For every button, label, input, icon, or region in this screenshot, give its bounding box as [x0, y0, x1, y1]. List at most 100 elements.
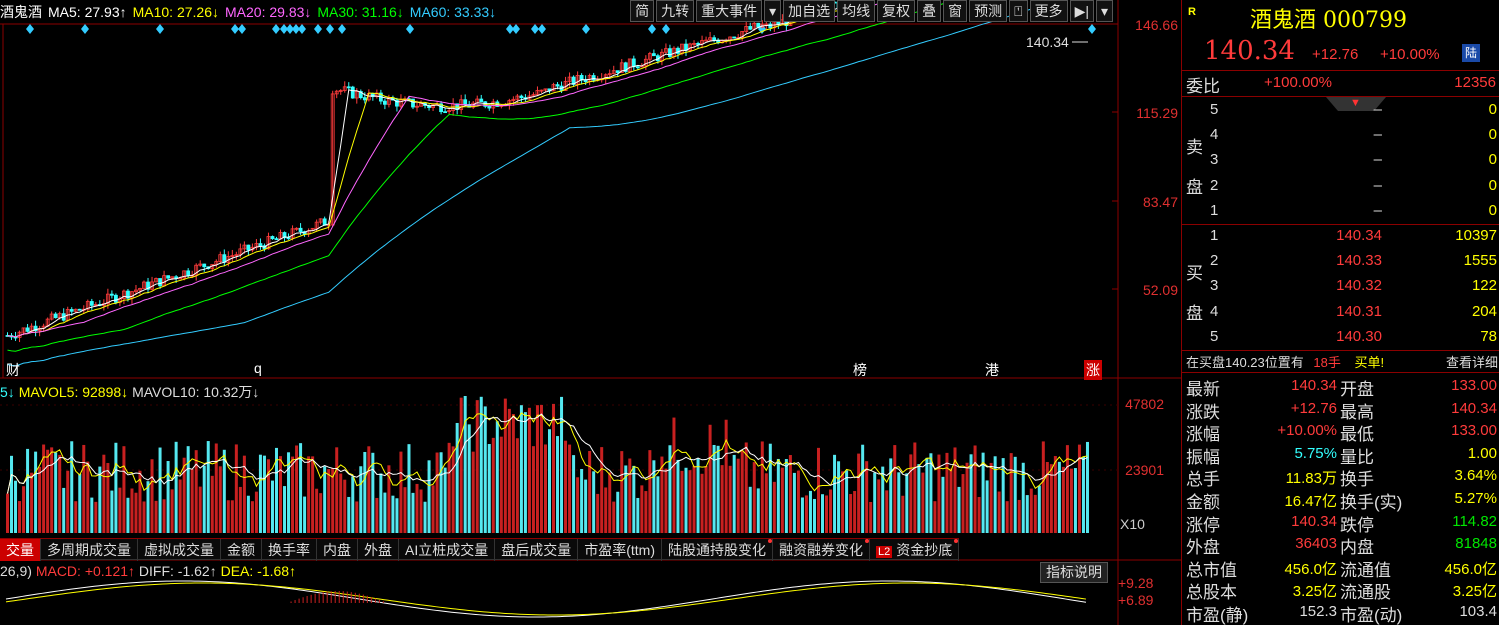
- stat-value: 133.00: [1451, 377, 1497, 394]
- volume-unit-label: X10: [1120, 516, 1145, 532]
- stat-value: 81848: [1455, 535, 1497, 553]
- chart-toolbar: 简九转 重大事件 ▾ 加自选 均线 复权叠窗预测 ⍞ 更多 ▶| ▾: [628, 0, 1113, 22]
- order-row[interactable]: 3 140.32 122: [1182, 274, 1499, 299]
- order-price: 140.34: [1336, 227, 1382, 244]
- current-price: 140.34: [1204, 36, 1295, 66]
- toolbar-button[interactable]: 加自选: [783, 0, 836, 22]
- indicator-tab[interactable]: 虚拟成交量: [138, 539, 221, 561]
- event-mark-q[interactable]: q: [254, 360, 262, 376]
- order-volume: 0: [1488, 126, 1497, 144]
- indicator-tab[interactable]: 融资融券变化: [773, 539, 870, 561]
- volume-legend: 5↓ MAVOL5: 92898↓ MAVOL10: 10.32万↓: [0, 382, 259, 402]
- dea-value: DEA: -1.68↑: [220, 563, 297, 579]
- indicator-tab[interactable]: 陆股通持股变化: [662, 539, 773, 561]
- order-row[interactable]: 5 140.30 78: [1182, 325, 1499, 350]
- order-volume: 204: [1471, 302, 1497, 320]
- indicator-tab-label: AI立桩成交量: [405, 542, 489, 558]
- hk-connect-badge[interactable]: 陆: [1462, 44, 1480, 62]
- toolbar-button[interactable]: ▶|: [1069, 0, 1094, 22]
- stat-value: +10.00%: [1277, 422, 1337, 440]
- indicator-tab[interactable]: AI立桩成交量: [399, 539, 496, 561]
- macd-axis-label: +9.28: [1118, 575, 1154, 591]
- toolbar-button[interactable]: 复权: [877, 0, 916, 22]
- quote-panel: R 酒鬼酒 000799 140.34 +12.76 +10.00% 陆 委比 …: [1181, 0, 1499, 625]
- view-detail-link[interactable]: 查看详细: [1446, 352, 1498, 371]
- order-level: 5: [1210, 327, 1219, 345]
- stat-row: 涨停 140.34 跌停 114.82: [1182, 510, 1499, 535]
- kline-svg[interactable]: [0, 0, 1181, 625]
- stock-code: 000799: [1323, 8, 1407, 33]
- indicator-tab[interactable]: 金额: [221, 539, 262, 561]
- toolbar-button[interactable]: 窗: [943, 0, 968, 22]
- event-mark-rank[interactable]: 榜: [853, 360, 867, 380]
- toolbar-button[interactable]: ▾: [764, 0, 782, 22]
- stat-value: 140.34: [1291, 512, 1337, 530]
- price-axis-label: 115.29: [1136, 105, 1178, 121]
- stat-row: 总市值 456.0亿 流通值 456.0亿: [1182, 555, 1499, 580]
- indicator-tab[interactable]: 盘后成交量: [495, 539, 579, 561]
- order-volume: 122: [1471, 277, 1497, 295]
- toolbar-button[interactable]: ▾: [1095, 0, 1113, 22]
- stat-value: 456.0亿: [1444, 560, 1497, 578]
- order-row[interactable]: 1 – 0: [1182, 199, 1499, 224]
- volume-legend-prefix: 5↓: [0, 384, 15, 400]
- indicator-tab-label: 陆股通持股变化: [668, 542, 766, 558]
- ma-legend-item: MA30: 31.16↓: [317, 4, 404, 20]
- last-price-marker: 140.34: [1026, 34, 1069, 50]
- indicator-tab[interactable]: 多周期成交量: [41, 539, 138, 561]
- order-row[interactable]: 2 140.33 1555: [1182, 249, 1499, 274]
- indicator-tab[interactable]: 内盘: [317, 539, 358, 561]
- toolbar-button[interactable]: 九转: [656, 0, 695, 22]
- indicator-tab[interactable]: 换手率: [262, 539, 317, 561]
- toolbar-button[interactable]: 更多: [1029, 0, 1068, 22]
- order-price: –: [1373, 151, 1382, 169]
- quote-stats: 最新 140.34 开盘 133.00 涨跌 +12.76 最高 140.34 涨幅 +10.00…: [1182, 374, 1499, 625]
- order-price: 140.30: [1336, 327, 1382, 345]
- toolbar-button[interactable]: 叠: [917, 0, 942, 22]
- indicator-tab[interactable]: 交量: [0, 539, 41, 561]
- buy-orders: 1 140.34 10397 2 140.33 1555 3 140.32 122 4 140.31…: [1182, 224, 1499, 350]
- order-price: 140.31: [1336, 302, 1382, 320]
- order-row[interactable]: 1 140.34 10397: [1182, 224, 1499, 249]
- indicator-explain-button[interactable]: 指标说明: [1040, 562, 1108, 583]
- toolbar-button[interactable]: 预测: [969, 0, 1008, 22]
- r-badge: R: [1188, 6, 1196, 18]
- order-row[interactable]: 5 – 0: [1182, 98, 1499, 123]
- order-row[interactable]: 3 – 0: [1182, 148, 1499, 173]
- price-change: +12.76: [1312, 46, 1359, 63]
- new-dot-icon: [954, 539, 959, 543]
- order-row[interactable]: 2 – 0: [1182, 174, 1499, 199]
- event-mark-finance[interactable]: 财: [6, 360, 20, 380]
- macd-legend-prefix: 26,9): [0, 563, 32, 579]
- kline-chart-area[interactable]: 酒鬼酒 MA5: 27.93↑ MA10: 27.26↓ MA20: 29.83↓ MA…: [0, 0, 1181, 625]
- indicator-tab-label: 资金抄底: [896, 542, 953, 558]
- weicha-value: 12356: [1454, 74, 1496, 91]
- stat-value: 456.0亿: [1284, 560, 1337, 578]
- order-price: 140.33: [1336, 252, 1382, 270]
- big-order-notice[interactable]: 在买盘140.23位置有 18手 买单! 查看详细: [1186, 352, 1498, 371]
- order-row[interactable]: 4 140.31 204: [1182, 300, 1499, 325]
- indicator-tab-label: 虚拟成交量: [144, 542, 214, 558]
- stat-value: 3.25亿: [1292, 583, 1337, 601]
- event-mark-limit-up[interactable]: 涨: [1084, 360, 1102, 380]
- order-level: 2: [1210, 176, 1219, 194]
- toolbar-button[interactable]: ⍞: [1009, 0, 1028, 22]
- toolbar-button[interactable]: 重大事件: [696, 0, 763, 22]
- toolbar-button[interactable]: 简: [630, 0, 655, 22]
- indicator-tab[interactable]: 市盈率(ttm): [578, 539, 662, 561]
- event-mark-hk[interactable]: 港: [985, 360, 999, 380]
- stat-value: 11.83万: [1285, 470, 1337, 488]
- indicator-tab-label: 市盈率(ttm): [584, 542, 655, 558]
- indicator-tab[interactable]: L2 资金抄底: [870, 539, 960, 561]
- toolbar-button[interactable]: 均线: [837, 0, 876, 22]
- order-volume: 0: [1488, 101, 1497, 118]
- order-level: 2: [1210, 252, 1219, 270]
- order-volume: 0: [1488, 176, 1497, 194]
- order-row[interactable]: 4 – 0: [1182, 123, 1499, 148]
- indicator-tab-label: 外盘: [364, 542, 392, 558]
- stat-value: 140.34: [1451, 399, 1497, 417]
- indicator-tab[interactable]: 外盘: [358, 539, 399, 561]
- order-level: 3: [1210, 277, 1219, 295]
- indicator-tab-label: 融资融券变化: [779, 542, 863, 558]
- stat-value: 103.4: [1459, 603, 1497, 620]
